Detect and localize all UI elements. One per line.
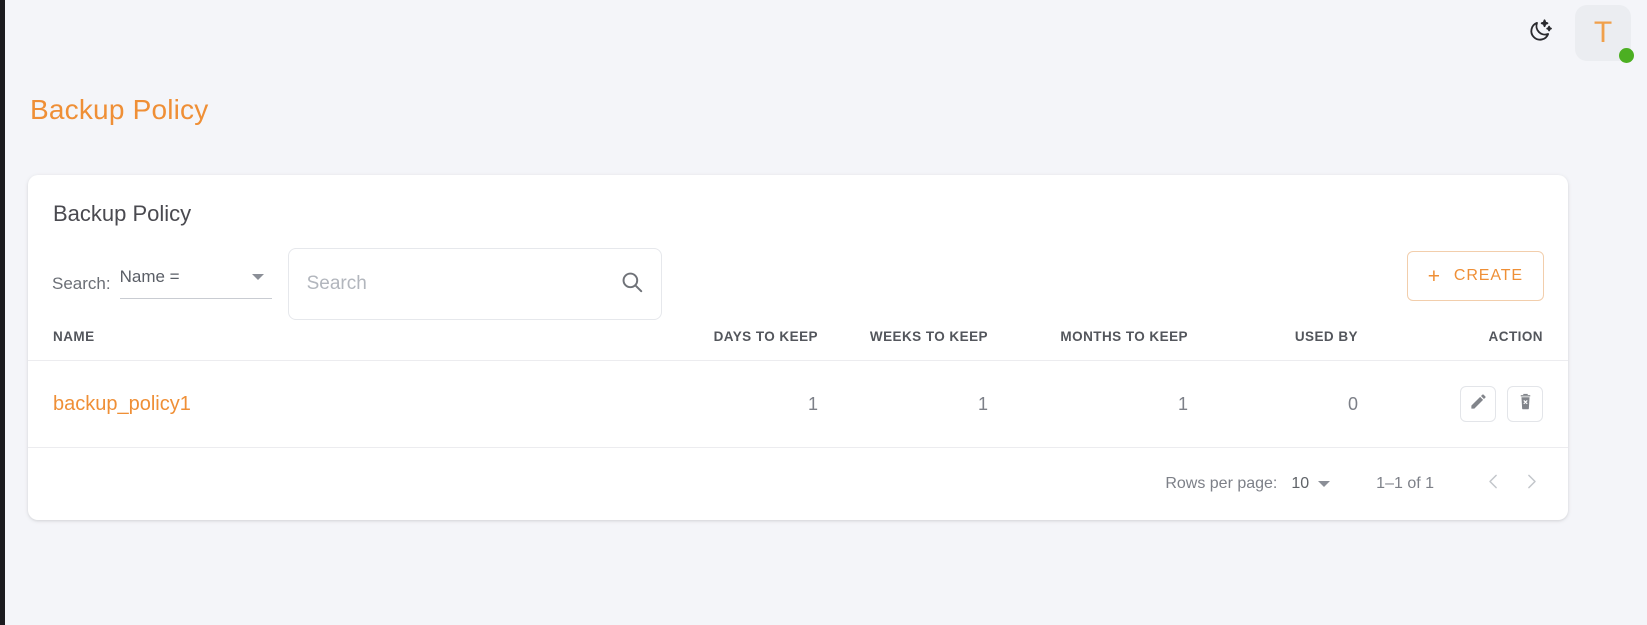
edit-icon xyxy=(1469,392,1488,416)
row-action-group xyxy=(1358,386,1543,422)
avatar-initial: T xyxy=(1593,16,1613,49)
table-header-row: NAME DAYS TO KEEP WEEKS TO KEEP MONTHS T… xyxy=(28,319,1568,361)
cell-actions xyxy=(1358,360,1568,448)
search-box[interactable] xyxy=(287,248,662,320)
cell-days-to-keep: 1 xyxy=(648,360,818,448)
edit-button[interactable] xyxy=(1460,386,1496,422)
backup-policy-card: Backup Policy Search: Name = + CREATE xyxy=(28,175,1568,520)
chevron-left-icon xyxy=(1483,471,1504,497)
column-header-name[interactable]: NAME xyxy=(28,319,648,361)
left-nav-rail xyxy=(0,0,5,625)
chevron-down-icon xyxy=(251,274,264,280)
theme-toggle-button[interactable] xyxy=(1523,16,1557,50)
next-page-button[interactable] xyxy=(1512,465,1550,503)
delete-icon xyxy=(1516,392,1535,416)
top-bar: T xyxy=(0,0,1647,66)
cell-used-by: 0 xyxy=(1188,360,1358,448)
table-row[interactable]: backup_policy1 1 1 1 0 xyxy=(28,360,1568,448)
column-header-used-by[interactable]: USED BY xyxy=(1188,319,1358,361)
rows-per-page-select[interactable]: 10 xyxy=(1291,475,1332,493)
chevron-right-icon xyxy=(1521,471,1542,497)
search-field-value: Name = xyxy=(119,267,180,286)
table-toolbar: Search: Name = + CREATE xyxy=(28,227,1568,320)
search-icon[interactable] xyxy=(619,269,645,300)
cell-policy-name[interactable]: backup_policy1 xyxy=(28,360,648,448)
delete-button[interactable] xyxy=(1507,386,1543,422)
plus-icon: + xyxy=(1427,264,1441,288)
chevron-down-icon xyxy=(1318,481,1331,487)
previous-page-button[interactable] xyxy=(1474,465,1512,503)
column-header-action: ACTION xyxy=(1358,319,1568,361)
table-pagination: Rows per page: 10 1–1 of 1 xyxy=(28,448,1568,520)
table-body: backup_policy1 1 1 1 0 xyxy=(28,360,1568,448)
search-field-select[interactable]: Name = xyxy=(119,267,272,299)
rows-per-page-label: Rows per page: xyxy=(1165,475,1278,492)
moon-stars-icon xyxy=(1527,18,1553,49)
avatar[interactable]: T xyxy=(1575,5,1634,63)
create-button-label: CREATE xyxy=(1453,267,1523,284)
create-button[interactable]: + CREATE xyxy=(1406,251,1544,301)
column-header-weeks-to-keep[interactable]: WEEKS TO KEEP xyxy=(818,319,988,361)
card-title: Backup Policy xyxy=(53,201,192,226)
column-header-days-to-keep[interactable]: DAYS TO KEEP xyxy=(648,319,818,361)
status-dot-online xyxy=(1619,48,1634,63)
cell-months-to-keep: 1 xyxy=(988,360,1188,448)
column-header-months-to-keep[interactable]: MONTHS TO KEEP xyxy=(988,319,1188,361)
search-input[interactable] xyxy=(306,273,619,295)
rows-per-page-value: 10 xyxy=(1291,475,1310,492)
search-label: Search: xyxy=(52,274,111,293)
backup-policy-table: NAME DAYS TO KEEP WEEKS TO KEEP MONTHS T… xyxy=(28,319,1568,448)
page-title: Backup Policy xyxy=(30,94,209,125)
pagination-range: 1–1 of 1 xyxy=(1376,475,1434,492)
table-head: NAME DAYS TO KEEP WEEKS TO KEEP MONTHS T… xyxy=(28,319,1568,361)
cell-weeks-to-keep: 1 xyxy=(818,360,988,448)
